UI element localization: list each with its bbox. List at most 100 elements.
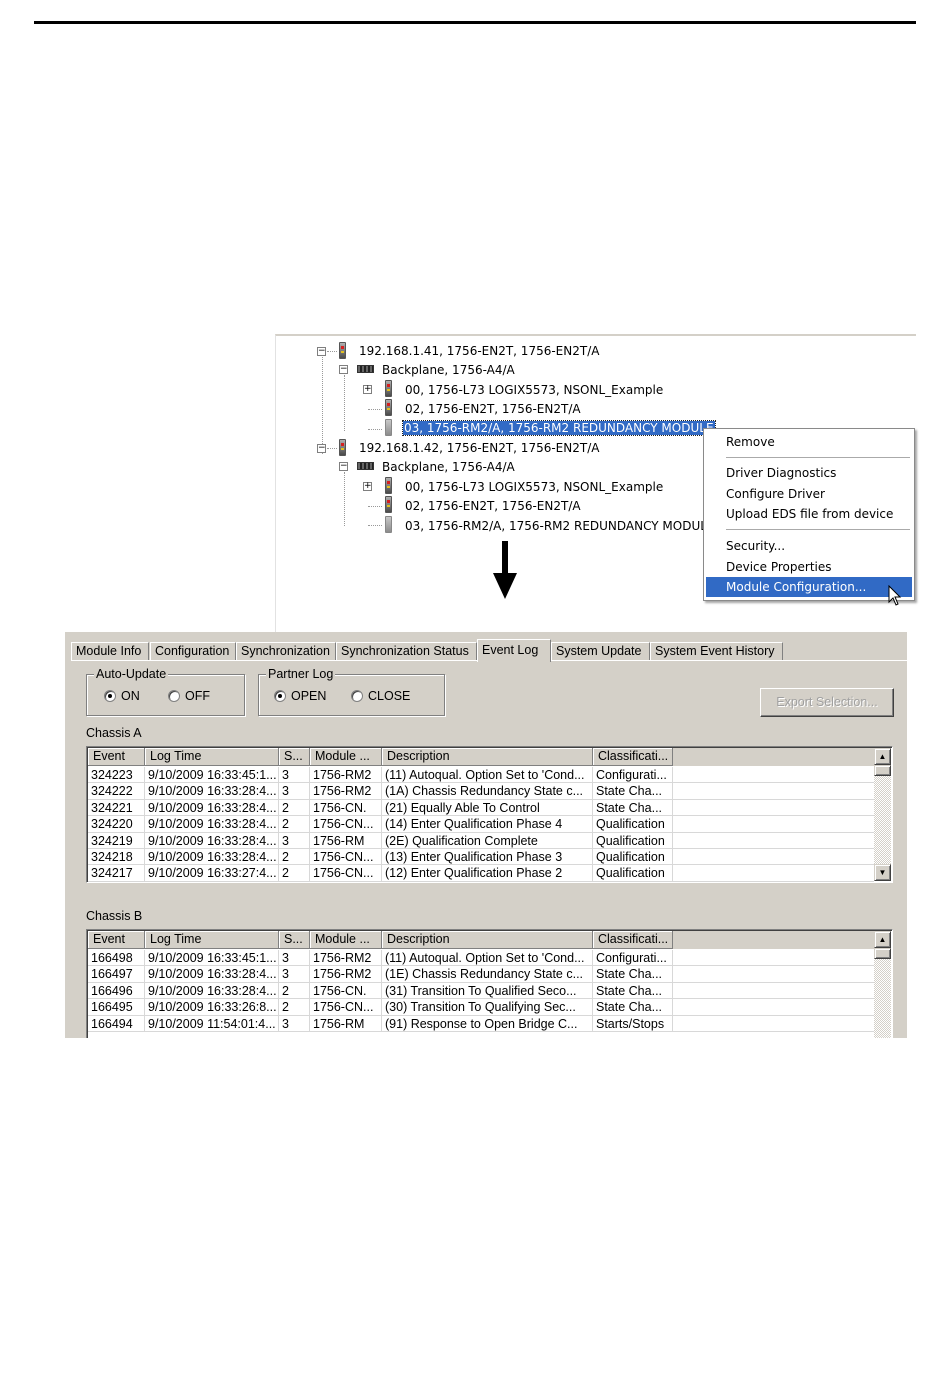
event-cell: 166496 xyxy=(88,982,145,999)
table-row[interactable]: 166498 9/10/2009 16:33:45:1... 3 1756-RM2 (1… xyxy=(88,950,874,967)
expand-toggle-icon[interactable]: + xyxy=(363,385,372,394)
table-row[interactable]: 324220 9/10/2009 16:33:28:4... 2 1756-CN...… xyxy=(88,816,874,833)
tree-node-label: 02, 1756-EN2T, 1756-EN2T/A xyxy=(405,402,581,416)
collapse-toggle-icon[interactable]: − xyxy=(317,347,326,356)
description-cell: (1E) Chassis Redundancy State c... xyxy=(382,966,593,983)
tree-connector xyxy=(322,357,323,454)
event-cell: 324221 xyxy=(88,799,145,816)
column-header-severity[interactable]: S... xyxy=(279,748,310,766)
table-row[interactable]: 166494 9/10/2009 11:54:01:4... 3 1756-RM (91… xyxy=(88,1015,874,1032)
module-cell: 1756-CN... xyxy=(310,816,382,833)
severity-cell: 2 xyxy=(279,816,310,833)
classification-cell: State Cha... xyxy=(593,783,673,800)
tab-module-info[interactable]: Module Info xyxy=(71,642,149,661)
tree-node-logix-a[interactable]: 00, 1756-L73 LOGIX5573, NSONL_Example xyxy=(405,381,663,399)
backplane-icon xyxy=(357,365,374,373)
column-header-classification[interactable]: Classificati... xyxy=(593,931,673,949)
description-cell: (14) Enter Qualification Phase 4 xyxy=(382,816,593,833)
export-selection-button[interactable]: Export Selection... xyxy=(760,688,894,717)
severity-cell: 3 xyxy=(279,950,310,966)
scroll-up-icon[interactable]: ▲ xyxy=(874,748,891,765)
tab-system-event-history[interactable]: System Event History xyxy=(650,642,783,661)
scroll-thumb[interactable] xyxy=(874,765,891,776)
collapse-toggle-icon[interactable]: − xyxy=(339,365,348,374)
redundancy-module-icon xyxy=(385,419,392,436)
column-header-module[interactable]: Module ... xyxy=(310,931,382,949)
tree-node-backplane-b[interactable]: Backplane, 1756-A4/A xyxy=(382,458,515,476)
table-row[interactable]: 166497 9/10/2009 16:33:28:4... 3 1756-RM2 (1… xyxy=(88,966,874,983)
context-menu: Remove Driver Diagnostics Configure Driv… xyxy=(703,428,915,601)
tab-synchronization-status[interactable]: Synchronization Status xyxy=(336,642,477,661)
menu-item-driver-diagnostics[interactable]: Driver Diagnostics xyxy=(706,463,912,483)
scroll-down-icon[interactable]: ▼ xyxy=(874,864,891,881)
menu-separator xyxy=(726,457,910,458)
table-row[interactable]: 324221 9/10/2009 16:33:28:4... 2 1756-CN. (2… xyxy=(88,799,874,817)
event-cell: 324218 xyxy=(88,849,145,865)
tab-configuration[interactable]: Configuration xyxy=(150,642,236,661)
table-row[interactable]: 166495 9/10/2009 16:33:26:8... 2 1756-CN...… xyxy=(88,999,874,1016)
vertical-scrollbar[interactable]: ▲ xyxy=(874,931,891,1038)
menu-separator xyxy=(726,529,910,530)
classification-cell: Configurati... xyxy=(593,767,673,783)
menu-item-device-properties[interactable]: Device Properties xyxy=(706,557,912,577)
menu-item-configure-driver[interactable]: Configure Driver xyxy=(706,484,912,504)
column-header-event[interactable]: Event xyxy=(88,748,145,766)
table-row[interactable]: 324222 9/10/2009 16:33:28:4... 3 1756-RM2 (1… xyxy=(88,783,874,800)
table-row[interactable]: 324217 9/10/2009 16:33:27:4... 2 1756-CN...… xyxy=(88,865,874,882)
column-header-log-time[interactable]: Log Time xyxy=(145,748,279,766)
column-header-module[interactable]: Module ... xyxy=(310,748,382,766)
tree-connector xyxy=(368,429,382,430)
collapse-toggle-icon[interactable]: − xyxy=(339,462,348,471)
tree-node-en2t-b[interactable]: 02, 1756-EN2T, 1756-EN2T/A xyxy=(405,497,581,515)
tree-node-enet-41[interactable]: 192.168.1.41, 1756-EN2T, 1756-EN2T/A xyxy=(359,342,599,360)
column-header-log-time[interactable]: Log Time xyxy=(145,931,279,949)
event-cell: 166495 xyxy=(88,999,145,1016)
column-header-description[interactable]: Description xyxy=(382,748,593,766)
column-header-severity[interactable]: S... xyxy=(279,931,310,949)
vertical-scrollbar[interactable]: ▲ ▼ xyxy=(874,748,891,881)
event-cell: 324222 xyxy=(88,783,145,800)
tree-node-backplane-a[interactable]: Backplane, 1756-A4/A xyxy=(382,361,515,379)
column-header-classification[interactable]: Classificati... xyxy=(593,748,673,766)
menu-item-module-configuration[interactable]: Module Configuration... xyxy=(706,577,912,597)
tab-synchronization[interactable]: Synchronization xyxy=(236,642,336,661)
table-row[interactable]: 166496 9/10/2009 16:33:28:4... 2 1756-CN. (3… xyxy=(88,982,874,1000)
tab-event-log[interactable]: Event Log xyxy=(477,639,551,662)
collapse-toggle-icon[interactable]: − xyxy=(317,444,326,453)
module-cell: 1756-CN. xyxy=(310,982,382,999)
severity-cell: 2 xyxy=(279,865,310,882)
table-row[interactable]: 324219 9/10/2009 16:33:28:4... 3 1756-RM (2E… xyxy=(88,832,874,849)
tree-node-logix-b[interactable]: 00, 1756-L73 LOGIX5573, NSONL_Example xyxy=(405,478,663,496)
tab-system-update[interactable]: System Update xyxy=(551,642,650,661)
log-time-cell: 9/10/2009 16:33:28:4... xyxy=(145,982,279,999)
classification-cell: Qualification xyxy=(593,865,673,882)
tree-node-rm2-a[interactable]: 03, 1756-RM2/A, 1756-RM2 REDUNDANCY MODU… xyxy=(402,419,716,437)
scroll-up-icon[interactable]: ▲ xyxy=(874,931,891,948)
tree-node-en2t-a[interactable]: 02, 1756-EN2T, 1756-EN2T/A xyxy=(405,400,581,418)
menu-item-security[interactable]: Security... xyxy=(706,536,912,556)
description-cell: (31) Transition To Qualified Seco... xyxy=(382,982,593,999)
description-cell: (21) Equally Able To Control xyxy=(382,799,593,816)
controller-module-icon xyxy=(385,477,392,494)
tree-connector xyxy=(327,351,337,352)
module-cell: 1756-RM xyxy=(310,832,382,849)
page-top-rule xyxy=(34,21,916,24)
tree-node-label: Backplane, 1756-A4/A xyxy=(382,460,515,474)
menu-item-upload-eds[interactable]: Upload EDS file from device xyxy=(706,504,912,524)
column-header-description[interactable]: Description xyxy=(382,931,593,949)
table-row[interactable]: 324223 9/10/2009 16:33:45:1... 3 1756-RM2 (1… xyxy=(88,767,874,784)
module-cell: 1756-RM2 xyxy=(310,950,382,966)
scroll-thumb[interactable] xyxy=(874,948,891,959)
tree-node-label-selected: 03, 1756-RM2/A, 1756-RM2 REDUNDANCY MODU… xyxy=(402,420,716,436)
tree-node-enet-42[interactable]: 192.168.1.42, 1756-EN2T, 1756-EN2T/A xyxy=(359,439,599,457)
severity-cell: 3 xyxy=(279,767,310,783)
event-cell: 166494 xyxy=(88,1015,145,1032)
severity-cell: 3 xyxy=(279,832,310,849)
tree-connector xyxy=(327,448,337,449)
menu-item-remove[interactable]: Remove xyxy=(706,432,912,452)
table-row[interactable]: 324218 9/10/2009 16:33:28:4... 2 1756-CN...… xyxy=(88,849,874,866)
tree-node-rm2-b[interactable]: 03, 1756-RM2/A, 1756-RM2 REDUNDANCY MODU… xyxy=(405,517,715,535)
column-header-event[interactable]: Event xyxy=(88,931,145,949)
expand-toggle-icon[interactable]: + xyxy=(363,482,372,491)
module-cell: 1756-CN... xyxy=(310,849,382,865)
